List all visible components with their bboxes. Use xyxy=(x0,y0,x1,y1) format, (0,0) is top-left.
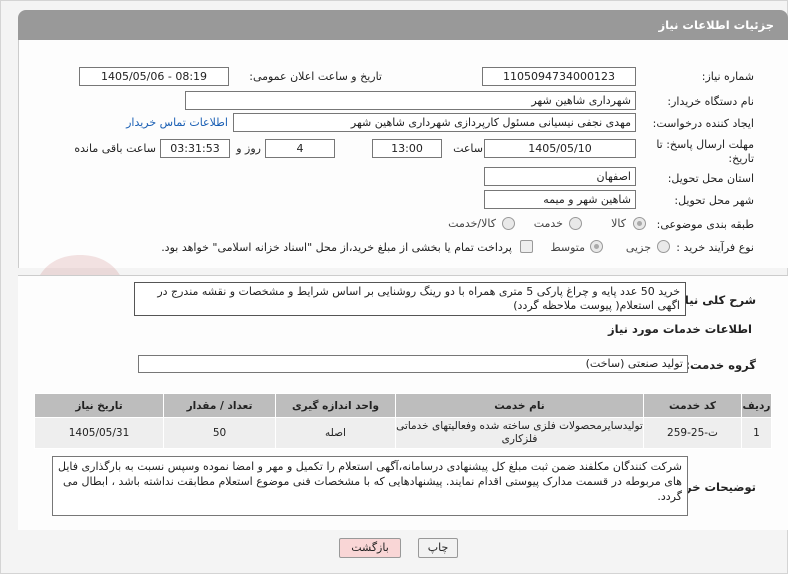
service-group-field: تولید صنعتی (ساخت) xyxy=(138,355,688,373)
category-option-service: خدمت xyxy=(533,217,563,230)
buyer-org-field: شهرداری شاهین شهر xyxy=(185,91,636,110)
page-title: جزئیات اطلاعات نیاز xyxy=(658,18,774,32)
delivery-city-field: شاهین شهر و میمه xyxy=(484,190,636,209)
category-radio-goods[interactable] xyxy=(633,217,646,230)
delivery-city-label: شهر محل تحویل: xyxy=(674,194,754,207)
col-service-code: کد خدمت xyxy=(643,393,742,418)
delivery-province-label: استان محل تحویل: xyxy=(667,172,754,185)
category-radio-goods-service[interactable] xyxy=(502,217,515,230)
purchase-type-label: نوع فرآیند خرید : xyxy=(676,241,754,254)
services-section-header: اطلاعات خدمات مورد نیاز xyxy=(608,322,752,336)
col-quantity: تعداد / مقدار xyxy=(163,393,276,418)
cell-unit: اصله xyxy=(275,417,396,449)
title-bar: جزئیات اطلاعات نیاز xyxy=(18,10,788,40)
deadline-label-line1: مهلت ارسال پاسخ: تا xyxy=(656,138,754,151)
requester-field: مهدی نجفی نیسیانی مسئول کارپردازی شهردار… xyxy=(233,113,636,132)
announce-datetime-field: 1405/05/06 - 08:19 xyxy=(79,67,229,86)
buyer-org-label: نام دستگاه خریدار: xyxy=(667,95,754,108)
deadline-label-line2: تاریخ: xyxy=(728,152,754,165)
remaining-days-field: 4 xyxy=(265,139,335,158)
delivery-province-field: اصفهان xyxy=(484,167,636,186)
purchase-radio-minor[interactable] xyxy=(657,240,670,253)
need-number-field: 1105094734000123 xyxy=(482,67,636,86)
purchase-option-minor: جزیی xyxy=(625,241,651,254)
category-label: طبقه بندی موضوعی: xyxy=(656,218,754,231)
deadline-date-field: 1405/05/10 xyxy=(484,139,636,158)
treasury-payment-checkbox[interactable] xyxy=(520,240,533,253)
col-need-date: تاریخ نیاز xyxy=(34,393,164,418)
category-radio-service[interactable] xyxy=(569,217,582,230)
table-row: 1 ت-25-259 تولیدسایرمحصولات فلزی ساخته ش… xyxy=(34,417,772,449)
service-group-label: گروه خدمت: xyxy=(685,358,756,372)
deadline-time-label: ساعت xyxy=(453,142,483,155)
cell-row-number: 1 xyxy=(741,417,772,449)
general-description-field: خرید 50 عدد پایه و چراغ پارکی 5 متری همر… xyxy=(134,282,686,316)
col-row-number: ردیف xyxy=(741,393,772,418)
back-button[interactable]: بازگشت xyxy=(339,538,401,558)
print-button[interactable]: چاپ xyxy=(418,538,458,558)
buyer-notes-field: شرکت کنندگان مکلفند ضمن ثبت مبلغ کل پیشن… xyxy=(52,456,688,516)
remaining-time-field: 03:31:53 xyxy=(160,139,230,158)
cell-quantity: 50 xyxy=(163,417,276,449)
category-option-goods: کالا xyxy=(611,217,626,230)
treasury-payment-note: پرداخت تمام یا بخشی از مبلغ خرید،از محل … xyxy=(161,241,512,254)
purchase-radio-medium[interactable] xyxy=(590,240,603,253)
table-header-row: ردیف کد خدمت نام خدمت واحد اندازه گیری ت… xyxy=(34,393,772,418)
col-service-name: نام خدمت xyxy=(395,393,644,418)
deadline-time-field: 13:00 xyxy=(372,139,442,158)
general-description-label: شرح کلی نیاز: xyxy=(673,293,756,307)
announce-datetime-label: تاریخ و ساعت اعلان عمومی: xyxy=(249,70,382,83)
cell-need-date: 1405/05/31 xyxy=(34,417,164,449)
need-number-label: شماره نیاز: xyxy=(701,70,754,83)
remaining-time-label: ساعت باقی مانده xyxy=(74,142,156,155)
category-option-goods-service: کالا/خدمت xyxy=(448,217,496,230)
cell-service-name: تولیدسایرمحصولات فلزی ساخته شده وفعالیته… xyxy=(395,417,644,449)
buyer-contact-link[interactable]: اطلاعات تماس خریدار xyxy=(126,116,228,129)
col-unit: واحد اندازه گیری xyxy=(275,393,396,418)
services-table: ردیف کد خدمت نام خدمت واحد اندازه گیری ت… xyxy=(34,393,772,449)
remaining-days-label: روز و xyxy=(236,142,261,155)
requester-label: ایجاد کننده درخواست: xyxy=(652,117,754,130)
cell-service-code: ت-25-259 xyxy=(643,417,742,449)
purchase-option-medium: متوسط xyxy=(550,241,585,254)
